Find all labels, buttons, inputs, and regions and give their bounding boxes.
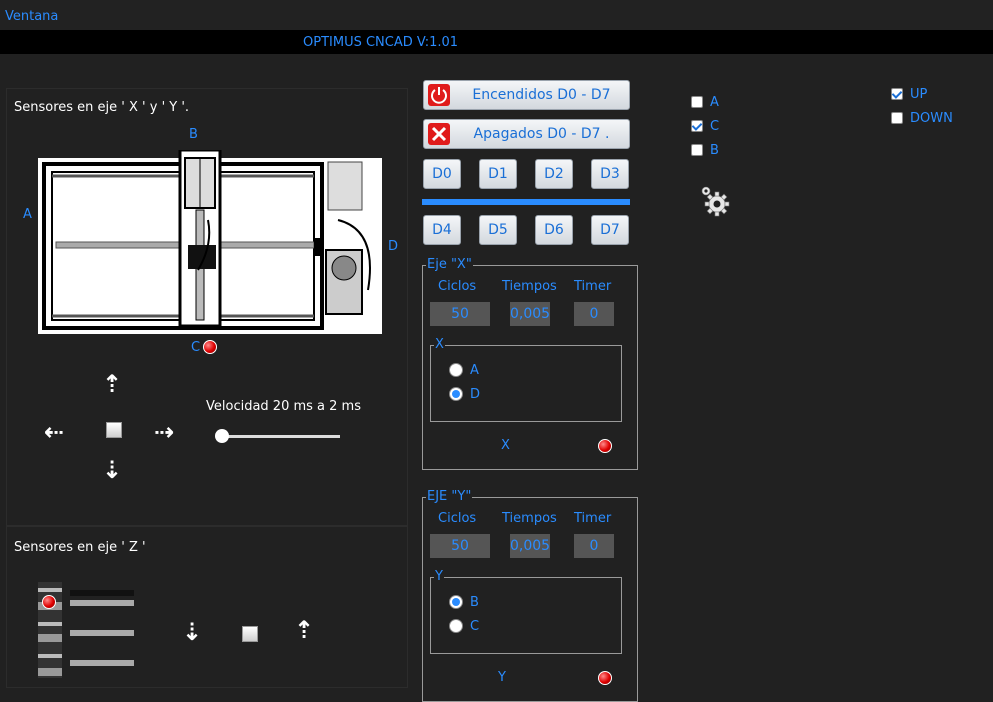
eje-x-ciclos-field[interactable]: 50 — [430, 302, 490, 326]
d5-button[interactable]: D5 — [479, 215, 517, 245]
eje-x-timer-field[interactable]: 0 — [574, 302, 614, 326]
move-down-arrow-icon[interactable]: ⇣ — [102, 456, 122, 484]
eje-y-ciclos-header: Ciclos — [438, 511, 477, 526]
eje-x-radio-d-label: D — [470, 387, 481, 402]
checkbox-c[interactable] — [691, 120, 703, 132]
d3-button[interactable]: D3 — [591, 159, 629, 189]
eje-x-sub-title: X — [434, 337, 445, 353]
eje-y-tiempos-header: Tiempos — [502, 511, 557, 526]
eje-x-radio-a[interactable] — [449, 363, 463, 377]
eje-y-timer-field[interactable]: 0 — [574, 534, 614, 558]
sensor-label-c: C — [191, 340, 201, 355]
power-icon — [428, 84, 450, 106]
eje-y-timer-header: Timer — [574, 511, 612, 526]
gears-icon[interactable] — [700, 186, 730, 218]
eje-x-radio-d[interactable] — [449, 387, 463, 401]
eje-y-radio-c[interactable] — [449, 619, 463, 633]
app-title: OPTIMUS CNCAD V:1.01 — [303, 35, 459, 50]
checkbox-a[interactable] — [691, 96, 703, 108]
speed-slider-track[interactable] — [222, 435, 340, 438]
eje-y-title: EJE "Y" — [426, 489, 473, 505]
sensor-c-led — [203, 340, 217, 354]
eje-x-sub-group: X — [430, 337, 622, 422]
sensor-label-b: B — [189, 127, 198, 142]
apagados-label: Apagados D0 - D7 . — [473, 126, 610, 142]
cnc-machine-diagram — [38, 150, 382, 334]
d7-button[interactable]: D7 — [591, 215, 629, 245]
menu-ventana[interactable]: Ventana — [5, 9, 58, 24]
eje-x-status-label: X — [501, 438, 510, 453]
encendidos-label: Encendidos D0 - D7 — [472, 87, 611, 103]
z-panel-title: Sensores en eje ' Z ' — [14, 540, 146, 555]
checkbox-down-label: DOWN — [910, 111, 953, 126]
checkbox-up[interactable] — [891, 88, 903, 100]
d4-button[interactable]: D4 — [423, 215, 461, 245]
z-up-arrow-icon[interactable]: ⇡ — [294, 616, 314, 644]
eje-y-radio-b-label: B — [470, 595, 479, 610]
move-left-arrow-icon[interactable]: ⇠ — [44, 418, 64, 446]
d6-button[interactable]: D6 — [535, 215, 573, 245]
eje-y-tiempos-field[interactable]: 0,005 — [510, 534, 550, 558]
xy-stop-button[interactable] — [106, 422, 122, 438]
eje-y-sub-group: Y — [430, 569, 622, 654]
eje-y-radio-c-label: C — [470, 619, 480, 634]
eje-x-title: Eje "X" — [426, 257, 473, 273]
eje-y-radio-b[interactable] — [449, 595, 463, 609]
eje-x-led — [598, 439, 612, 453]
apagados-button[interactable]: Apagados D0 - D7 . — [423, 119, 630, 149]
sensor-label-a: A — [23, 207, 32, 222]
speed-slider-handle[interactable] — [215, 429, 229, 443]
checkbox-up-label: UP — [910, 87, 928, 102]
speed-label: Velocidad 20 ms a 2 ms — [206, 399, 361, 414]
z-stop-button[interactable] — [242, 626, 258, 642]
eje-y-led — [598, 671, 612, 685]
eje-x-tiempos-header: Tiempos — [502, 279, 557, 294]
checkbox-c-label: C — [710, 119, 720, 134]
eje-x-timer-header: Timer — [574, 279, 612, 294]
move-right-arrow-icon[interactable]: ⇢ — [154, 418, 174, 446]
xy-panel-title: Sensores en eje ' X ' y ' Y '. — [14, 100, 190, 115]
checkbox-down[interactable] — [891, 112, 903, 124]
z-down-arrow-icon[interactable]: ⇣ — [182, 618, 202, 646]
menu-bar: Ventana — [0, 0, 993, 30]
checkbox-b[interactable] — [691, 144, 703, 156]
eje-y-sub-title: Y — [434, 569, 444, 585]
checkbox-a-label: A — [710, 95, 719, 110]
eje-y-ciclos-field[interactable]: 50 — [430, 534, 490, 558]
close-icon — [428, 123, 450, 145]
sensor-label-d: D — [388, 239, 399, 254]
eje-x-tiempos-field[interactable]: 0,005 — [510, 302, 550, 326]
eje-y-status-label: Y — [498, 670, 506, 685]
move-up-arrow-icon[interactable]: ⇡ — [102, 370, 122, 398]
separator-bar — [422, 199, 630, 205]
d1-button[interactable]: D1 — [479, 159, 517, 189]
eje-x-ciclos-header: Ciclos — [438, 279, 477, 294]
d2-button[interactable]: D2 — [535, 159, 573, 189]
d0-button[interactable]: D0 — [423, 159, 461, 189]
title-bar: OPTIMUS CNCAD V:1.01 — [0, 30, 993, 54]
checkbox-b-label: B — [710, 143, 719, 158]
z-sensor-led — [42, 595, 56, 609]
encendidos-button[interactable]: Encendidos D0 - D7 — [423, 80, 630, 110]
eje-x-radio-a-label: A — [470, 363, 479, 378]
